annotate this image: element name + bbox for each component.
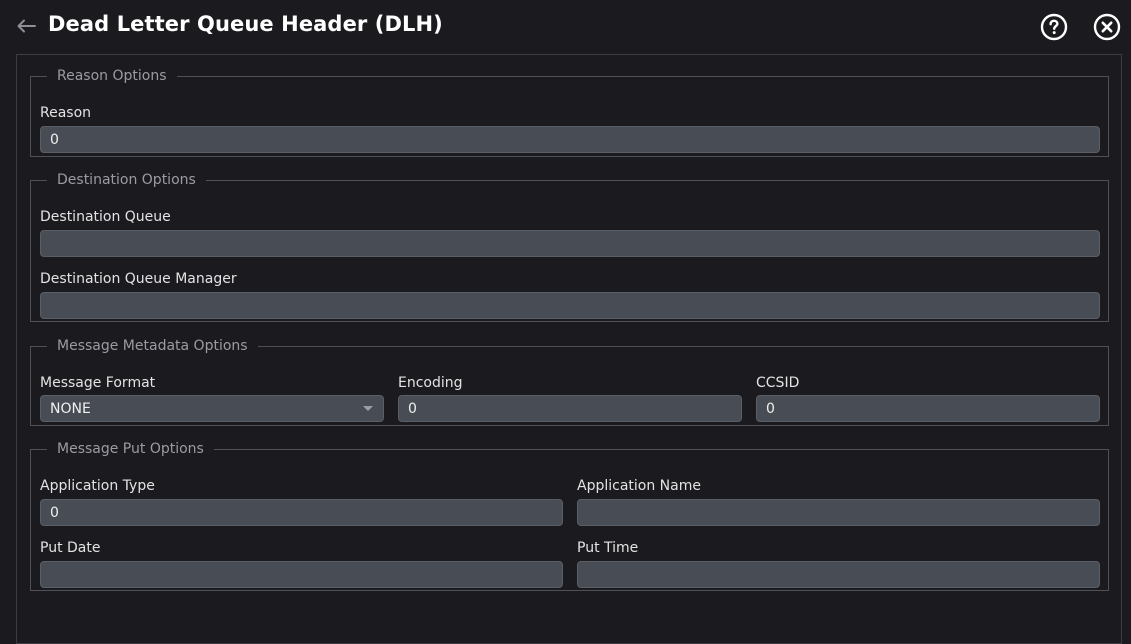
back-arrow-icon[interactable] [14,14,38,38]
encoding-input[interactable]: 0 [398,395,742,422]
caret-down-icon [363,406,373,411]
application-type-input[interactable]: 0 [40,499,563,526]
destination-queue-manager-label: Destination Queue Manager [40,271,237,287]
message-put-options-legend: Message Put Options [57,441,204,457]
put-time-input[interactable] [577,561,1100,588]
message-metadata-options-group: Message Metadata Options Message Format … [30,338,1109,426]
help-icon[interactable] [1040,13,1068,41]
put-date-input[interactable] [40,561,563,588]
reason-options-group: Reason Options Reason 0 [30,68,1109,157]
application-type-label: Application Type [40,478,155,494]
message-format-select[interactable]: NONE [40,395,384,422]
form-panel: Reason Options Reason 0 Destination Opti… [16,54,1122,644]
message-put-options-group: Message Put Options Application Type 0 A… [30,441,1109,591]
application-name-label: Application Name [577,478,701,494]
dialog-header: Dead Letter Queue Header (DLH) [0,0,1131,54]
close-icon[interactable] [1093,13,1121,41]
message-metadata-options-legend: Message Metadata Options [57,338,248,354]
destination-queue-label: Destination Queue [40,209,171,225]
reason-label: Reason [40,105,92,121]
put-time-label: Put Time [577,540,639,556]
destination-queue-manager-input[interactable] [40,292,1100,319]
encoding-label: Encoding [398,375,463,391]
ccsid-label: CCSID [756,375,800,391]
put-date-label: Put Date [40,540,101,556]
destination-options-legend: Destination Options [57,172,196,188]
application-name-input[interactable] [577,499,1100,526]
ccsid-input[interactable]: 0 [756,395,1100,422]
message-format-label: Message Format [40,375,156,391]
destination-options-group: Destination Options Destination Queue De… [30,172,1109,322]
reason-input[interactable]: 0 [40,126,1100,153]
message-format-value: NONE [50,400,91,417]
reason-options-legend: Reason Options [57,68,167,84]
destination-queue-input[interactable] [40,230,1100,257]
page-title: Dead Letter Queue Header (DLH) [48,12,443,36]
